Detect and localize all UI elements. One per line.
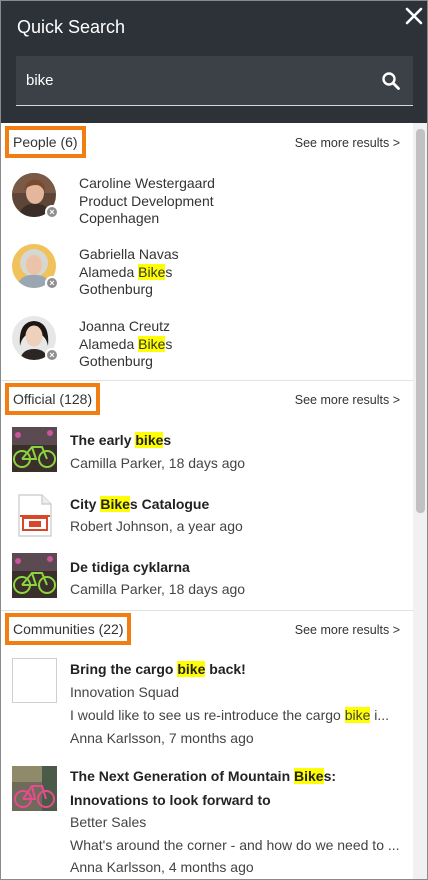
close-icon: [405, 7, 423, 25]
communities-section-label: Communities (22): [5, 613, 132, 645]
person-role: Alameda Bikes: [79, 335, 173, 352]
person-location: Gothenburg: [79, 353, 153, 369]
result-meta: Anna Karlsson, 4 months ago: [70, 859, 254, 875]
person-info: Joanna Creutz Alameda Bikes Gothenburg: [79, 318, 172, 371]
person-info: Caroline Westergaard Product Development…: [79, 175, 215, 228]
community-thumbnail: [12, 658, 57, 703]
person-location: Copenhagen: [79, 210, 160, 226]
close-button[interactable]: [404, 6, 424, 26]
avatar: ×: [12, 316, 59, 362]
person-result[interactable]: × Caroline Westergaard Product Developme…: [1, 171, 413, 229]
result-title: The early bikes: [70, 432, 172, 448]
result-title: The Next Generation of Mountain Bikes:: [70, 768, 337, 784]
community-result[interactable]: The Next Generation of Mountain Bikes: I…: [1, 761, 413, 879]
people-see-more-link[interactable]: See more results >: [295, 136, 400, 150]
scrollbar-thumb[interactable]: [416, 129, 425, 513]
quick-search-header: Quick Search: [1, 1, 427, 123]
result-community: Better Sales: [70, 814, 147, 830]
search-box: [16, 56, 413, 106]
quick-search-panel: Quick Search People (6) See more results…: [0, 0, 428, 880]
result-title-line2: Innovations to look forward to: [70, 792, 271, 808]
status-away-icon: ×: [45, 205, 59, 219]
community-result[interactable]: Bring the cargo bike back! Innovation Sq…: [1, 654, 413, 754]
person-result[interactable]: × Joanna Creutz Alameda Bikes Gothenburg: [1, 313, 413, 371]
communities-see-more-link[interactable]: See more results >: [295, 623, 400, 637]
result-meta: Camilla Parker, 18 days ago: [70, 455, 246, 471]
people-section-label: People (6): [5, 126, 86, 158]
official-result[interactable]: De tidiga cyklarna Camilla Parker, 18 da…: [1, 551, 413, 606]
person-result[interactable]: × Gabriella Navas Alameda Bikes Gothenbu…: [1, 241, 413, 299]
result-meta: Robert Johnson, a year ago: [70, 518, 243, 534]
official-section-label: Official (128): [5, 383, 101, 415]
person-role: Product Development: [79, 192, 214, 209]
result-meta: Camilla Parker, 18 days ago: [70, 581, 246, 597]
result-community: Innovation Squad: [70, 684, 179, 700]
article-thumbnail: [12, 553, 57, 598]
search-input[interactable]: [26, 68, 366, 92]
document-file-icon: [12, 493, 57, 538]
official-section-header: Official (128) See more results >: [1, 380, 413, 418]
result-title: De tidiga cyklarna: [70, 559, 190, 575]
status-away-icon: ×: [45, 348, 59, 362]
result-meta: Anna Karlsson, 7 months ago: [70, 730, 254, 746]
avatar: ×: [12, 173, 59, 219]
official-see-more-link[interactable]: See more results >: [295, 393, 400, 407]
result-title: City Bikes Catalogue: [70, 496, 210, 512]
communities-section-header: Communities (22) See more results >: [1, 610, 413, 648]
status-away-icon: ×: [45, 276, 59, 290]
person-name: Caroline Westergaard: [79, 175, 215, 191]
article-thumbnail: [12, 427, 57, 472]
community-thumbnail: [12, 766, 57, 811]
result-title: Bring the cargo bike back!: [70, 661, 246, 677]
result-excerpt: I would like to see us re-introduce the …: [70, 707, 390, 723]
search-icon: [382, 72, 400, 90]
result-excerpt: What's around the corner - and how do we…: [70, 837, 400, 853]
avatar: ×: [12, 244, 59, 290]
search-button[interactable]: [381, 71, 401, 91]
person-name: Joanna Creutz: [79, 318, 171, 334]
results-scrollbar[interactable]: [413, 123, 427, 879]
official-result[interactable]: The early bikes Camilla Parker, 18 days …: [1, 425, 413, 480]
person-role: Alameda Bikes: [79, 263, 173, 280]
panel-title: Quick Search: [17, 17, 126, 37]
person-info: Gabriella Navas Alameda Bikes Gothenburg: [79, 246, 179, 299]
people-section-header: People (6) See more results >: [1, 123, 413, 161]
person-name: Gabriella Navas: [79, 246, 179, 262]
person-location: Gothenburg: [79, 281, 153, 297]
official-result[interactable]: City Bikes Catalogue Robert Johnson, a y…: [1, 488, 413, 543]
